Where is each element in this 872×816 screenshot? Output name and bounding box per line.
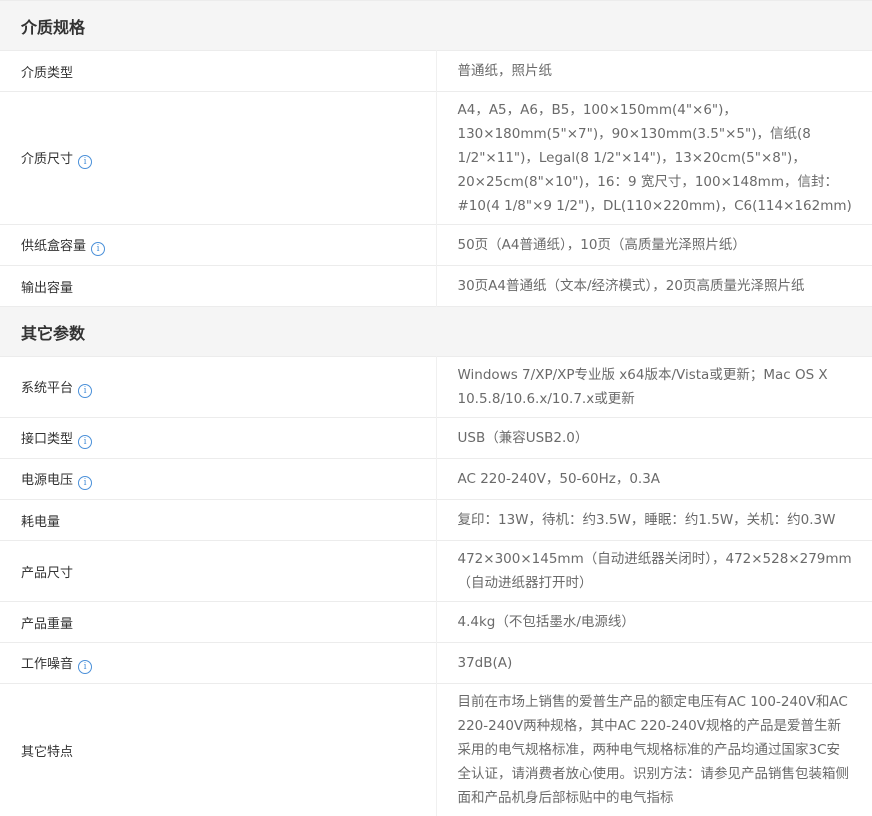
spec-label: 产品重量 <box>21 617 73 632</box>
spec-label: 接口类型 <box>21 432 73 447</box>
spec-row-dimensions: 产品尺寸 472×300×145mm（自动进纸器关闭时），472×528×279… <box>0 541 872 602</box>
spec-row-media-size: 介质尺寸 i A4，A5，A6，B5，100×150mm(4"×6")，130×1… <box>0 92 872 225</box>
spec-row-voltage: 电源电压 i AC 220-240V，50-60Hz，0.3A <box>0 459 872 500</box>
spec-label: 其它特点 <box>21 745 73 760</box>
spec-value: 37dB(A) <box>436 643 872 684</box>
spec-row-interface: 接口类型 i USB（兼容USB2.0） <box>0 418 872 459</box>
spec-table: 介质规格 介质类型 普通纸，照片纸 介质尺寸 i A4，A5，A6，B5，100×… <box>0 0 872 816</box>
spec-value: 普通纸，照片纸 <box>436 51 872 92</box>
spec-label: 产品尺寸 <box>21 566 73 581</box>
spec-value: USB（兼容USB2.0） <box>436 418 872 459</box>
spec-label: 输出容量 <box>21 281 73 296</box>
spec-label: 耗电量 <box>21 515 60 530</box>
spec-value: 30页A4普通纸（文本/经济模式），20页高质量光泽照片纸 <box>436 266 872 307</box>
spec-label: 电源电压 <box>21 473 73 488</box>
spec-value: 50页（A4普通纸），10页（高质量光泽照片纸） <box>436 225 872 266</box>
spec-label: 介质类型 <box>21 66 73 81</box>
spec-value: 472×300×145mm（自动进纸器关闭时），472×528×279mm（自动… <box>436 541 872 602</box>
info-icon[interactable]: i <box>78 660 92 674</box>
spec-value: 4.4kg（不包括墨水/电源线） <box>436 602 872 643</box>
spec-row-output-capacity: 输出容量 30页A4普通纸（文本/经济模式），20页高质量光泽照片纸 <box>0 266 872 307</box>
spec-value: 目前在市场上销售的爱普生产品的额定电压有AC 100-240V和AC 220-2… <box>436 684 872 816</box>
spec-row-os: 系统平台 i Windows 7/XP/XP专业版 x64版本/Vista或更新；… <box>0 357 872 418</box>
spec-row-other-features: 其它特点 目前在市场上销售的爱普生产品的额定电压有AC 100-240V和AC … <box>0 684 872 816</box>
spec-value: A4，A5，A6，B5，100×150mm(4"×6")，130×180mm(5… <box>436 92 872 225</box>
section-header-media: 介质规格 <box>0 1 872 51</box>
section-title: 其它参数 <box>0 307 872 357</box>
spec-row-power-consumption: 耗电量 复印：13W，待机：约3.5W，睡眠：约1.5W，关机：约0.3W <box>0 500 872 541</box>
spec-row-tray-capacity: 供纸盒容量 i 50页（A4普通纸），10页（高质量光泽照片纸） <box>0 225 872 266</box>
spec-label: 系统平台 <box>21 381 73 396</box>
info-icon[interactable]: i <box>78 155 92 169</box>
spec-value: Windows 7/XP/XP专业版 x64版本/Vista或更新；Mac OS… <box>436 357 872 418</box>
spec-label: 供纸盒容量 <box>21 239 86 254</box>
spec-row-noise: 工作噪音 i 37dB(A) <box>0 643 872 684</box>
section-header-other: 其它参数 <box>0 307 872 357</box>
spec-label: 介质尺寸 <box>21 152 73 167</box>
info-icon[interactable]: i <box>78 476 92 490</box>
spec-value: AC 220-240V，50-60Hz，0.3A <box>436 459 872 500</box>
spec-row-weight: 产品重量 4.4kg（不包括墨水/电源线） <box>0 602 872 643</box>
info-icon[interactable]: i <box>78 384 92 398</box>
spec-row-media-type: 介质类型 普通纸，照片纸 <box>0 51 872 92</box>
spec-value: 复印：13W，待机：约3.5W，睡眠：约1.5W，关机：约0.3W <box>436 500 872 541</box>
info-icon[interactable]: i <box>91 242 105 256</box>
section-title: 介质规格 <box>0 1 872 51</box>
info-icon[interactable]: i <box>78 435 92 449</box>
spec-label: 工作噪音 <box>21 657 73 672</box>
